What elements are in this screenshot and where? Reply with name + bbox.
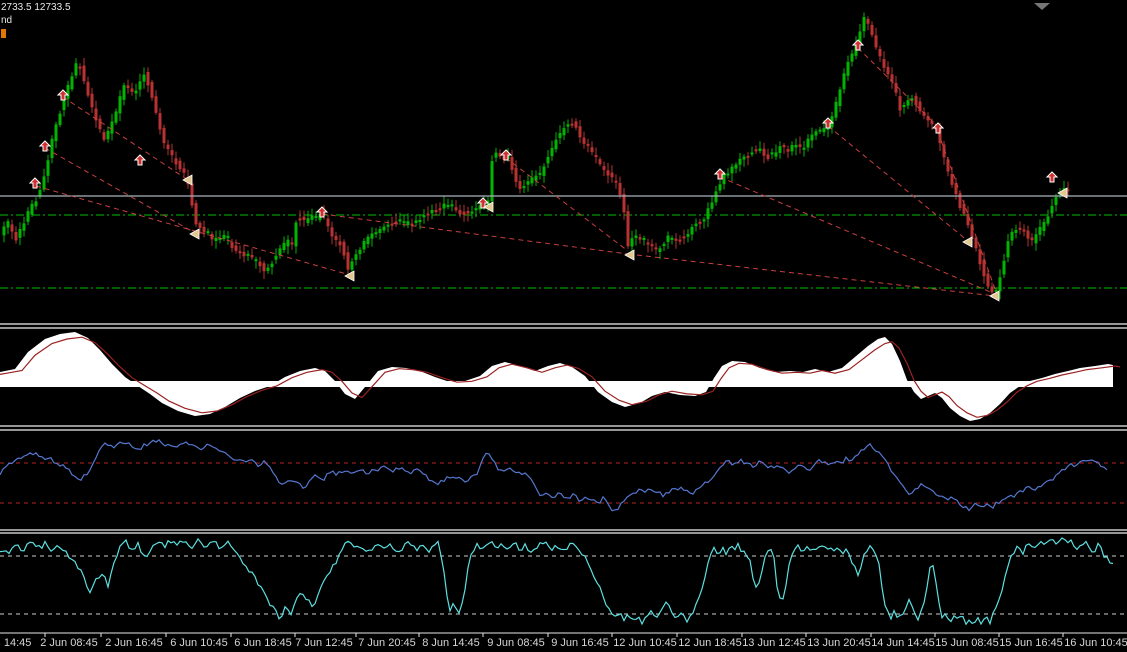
time-axis-label: 7 Jun 12:45 — [295, 637, 353, 649]
time-axis-label: 15 Jun 16:45 — [999, 637, 1063, 649]
legend-indicator-text: nd — [1, 15, 13, 26]
time-axis-label: n 14:45 — [0, 637, 31, 649]
time-axis-label: 13 Jun 12:45 — [742, 637, 806, 649]
time-axis-label: 9 Jun 16:45 — [551, 637, 609, 649]
time-axis-label: 15 Jun 08:45 — [935, 637, 999, 649]
time-axis-label: 9 Jun 08:45 — [487, 637, 545, 649]
chart-legend: 2733.5 12733.5 nd — [1, 1, 71, 38]
time-axis-label: 2 Jun 16:45 — [105, 637, 163, 649]
time-axis-label: 2 Jun 08:45 — [40, 637, 98, 649]
price-quote-text: 2733.5 12733.5 — [1, 2, 71, 13]
time-axis-label: 12 Jun 18:45 — [678, 637, 742, 649]
time-axis-label: 16 Jun 10:45 — [1064, 637, 1127, 649]
legend-color-swatch — [1, 29, 6, 38]
time-axis-label: 12 Jun 10:45 — [613, 637, 677, 649]
trading-chart-svg: n 14:45 2 Jun 08:45 2 Jun 16:45 6 Jun 10:45… — [0, 0, 1127, 652]
time-axis-label: 8 Jun 14:45 — [422, 637, 480, 649]
time-axis-label: 7 Jun 20:45 — [358, 637, 416, 649]
time-axis-label: 13 Jun 20:45 — [807, 637, 871, 649]
chart-window: n 14:45 2 Jun 08:45 2 Jun 16:45 6 Jun 10:45… — [0, 0, 1127, 652]
time-axis-label: 14 Jun 14:45 — [871, 637, 935, 649]
time-axis-label: 6 Jun 18:45 — [234, 637, 292, 649]
time-axis-label: 6 Jun 10:45 — [170, 637, 228, 649]
